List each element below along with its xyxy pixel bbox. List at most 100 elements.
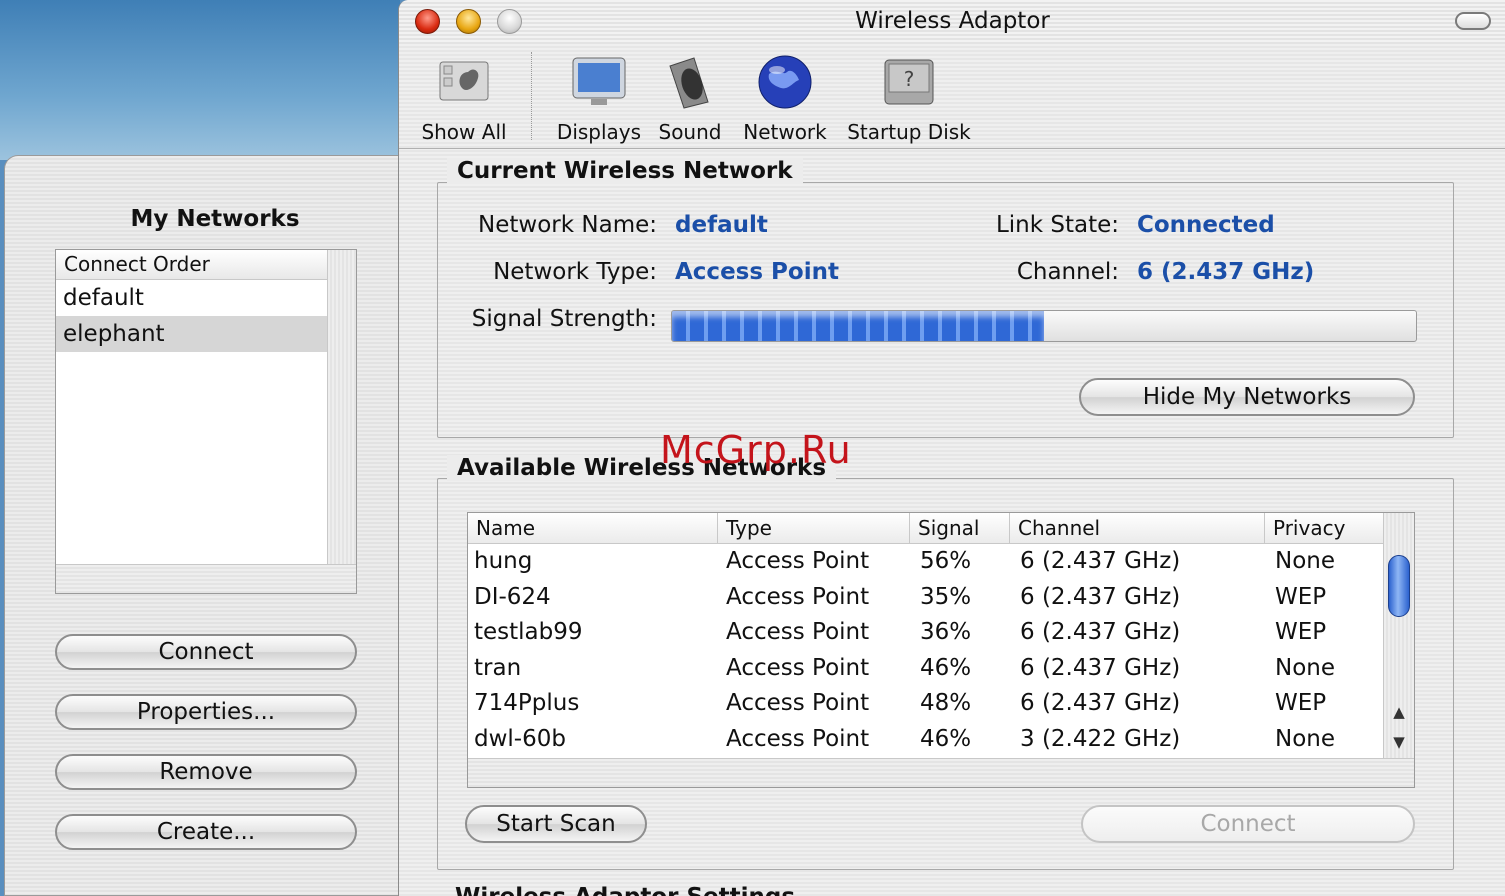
cell-type: Access Point (726, 725, 870, 752)
cell-signal: 46% (920, 654, 972, 681)
start-scan-button[interactable]: Start Scan (465, 805, 647, 843)
cell-name: hung (474, 548, 533, 574)
cell-channel: 6 (2.437 GHz) (1020, 654, 1181, 681)
network-name-label: Network Name: (478, 212, 657, 238)
cell-type: Access Point (726, 619, 870, 645)
table-row[interactable]: hung Access Point 56% 6 (2.437 GHz) None (468, 544, 1414, 580)
list-header-connect-order[interactable]: Connect Order (56, 250, 328, 280)
channel-label: Channel: (1016, 259, 1119, 285)
signal-strength-bar (671, 310, 1417, 342)
network-type-value: Access Point (675, 259, 839, 285)
cell-signal: 36% (920, 619, 972, 645)
table-vertical-scrollbar[interactable]: ▲ ▼ (1383, 513, 1414, 759)
cell-privacy: None (1275, 725, 1336, 752)
list-vertical-scrollbar[interactable] (327, 250, 356, 566)
cell-signal: 48% (920, 690, 972, 716)
cell-channel: 6 (2.437 GHz) (1020, 583, 1181, 610)
toolbar-sound[interactable]: Sound (655, 52, 725, 144)
network-type-label: Network Type: (493, 259, 657, 285)
current-network-title: Current Wireless Network (447, 158, 803, 184)
toolbar-label-displays: Displays (556, 120, 642, 144)
my-networks-drawer: My Networks Connect Order default elepha… (4, 155, 400, 896)
table-header: Name Type Signal Channel Privacy (468, 513, 1384, 544)
cell-name: 714Pplus (474, 690, 580, 716)
scroll-thumb[interactable] (1388, 555, 1410, 617)
displays-icon (569, 52, 629, 112)
remove-button[interactable]: Remove (55, 754, 357, 790)
my-networks-list[interactable]: Connect Order default elephant (55, 249, 357, 594)
toolbar-network[interactable]: Network (741, 52, 829, 144)
cell-name: testlab99 (474, 619, 583, 645)
column-header-type[interactable]: Type (718, 513, 910, 543)
toolbar-label-sound: Sound (658, 120, 722, 144)
table-row[interactable]: DI-624 Access Point 35% 6 (2.437 GHz) WEP (468, 580, 1414, 616)
scroll-down-arrow-icon[interactable]: ▼ (1384, 733, 1414, 751)
toolbar-label-show-all: Show All (421, 120, 507, 144)
cell-channel: 6 (2.437 GHz) (1020, 548, 1181, 574)
signal-strength-label: Signal Strength: (471, 306, 657, 332)
network-globe-icon (755, 52, 815, 112)
list-item-default[interactable]: default (56, 280, 328, 316)
table-row[interactable]: dwl-60b Access Point 46% 3 (2.422 GHz) None (468, 722, 1414, 758)
cell-channel: 6 (2.437 GHz) (1020, 619, 1181, 645)
cell-privacy: WEP (1275, 583, 1327, 610)
cell-signal: 35% (920, 583, 972, 610)
title-bar[interactable]: Wireless Adaptor (399, 0, 1505, 44)
scroll-up-arrow-icon[interactable]: ▲ (1384, 703, 1414, 721)
cell-type: Access Point (726, 583, 870, 610)
list-horizontal-scrollbar[interactable] (56, 564, 356, 593)
cell-name: DI-624 (474, 583, 551, 610)
cell-privacy: None (1275, 548, 1336, 574)
link-state-value: Connected (1137, 212, 1275, 238)
cell-type: Access Point (726, 548, 870, 574)
toolbar-separator (531, 52, 532, 140)
toolbar-label-network: Network (743, 120, 827, 144)
link-state-label: Link State: (995, 212, 1119, 238)
table-row[interactable]: tran Access Point 46% 6 (2.437 GHz) None (468, 651, 1414, 687)
cell-signal: 56% (920, 548, 972, 574)
cell-privacy: None (1275, 654, 1336, 681)
toolbar-displays[interactable]: Displays (551, 52, 647, 144)
table-body: hung Access Point 56% 6 (2.437 GHz) None DI-6… (468, 544, 1414, 757)
drawer-title: My Networks (130, 206, 300, 232)
column-header-name[interactable]: Name (468, 513, 718, 543)
toolbar-label-startup-disk: Startup Disk (847, 120, 971, 144)
cell-privacy: WEP (1275, 690, 1327, 716)
drawer-connect-button[interactable]: Connect (55, 634, 357, 670)
network-name-value: default (675, 212, 768, 238)
wireless-adaptor-window: Wireless Adaptor Show All Displays Sound… (398, 0, 1505, 896)
channel-value: 6 (2.437 GHz) (1137, 259, 1315, 285)
table-row[interactable]: 714Pplus Access Point 48% 6 (2.437 GHz) WEP (468, 686, 1414, 722)
hide-my-networks-button[interactable]: Hide My Networks (1079, 378, 1415, 416)
desktop-background (0, 0, 400, 160)
svg-text:?: ? (904, 67, 915, 91)
watermark: McGrp.Ru (660, 428, 852, 472)
toolbar: Show All Displays Sound Network ? Startu… (399, 44, 1505, 149)
properties-button[interactable]: Properties... (55, 694, 357, 730)
cell-privacy: WEP (1275, 619, 1327, 645)
toolbar-startup-disk[interactable]: ? Startup Disk (845, 52, 973, 144)
window-title: Wireless Adaptor (855, 8, 1050, 34)
cell-channel: 3 (2.422 GHz) (1020, 725, 1181, 752)
adaptor-settings-title: Wireless Adaptor Settings (455, 884, 795, 896)
signal-strength-fill (672, 311, 1044, 341)
cell-name: dwl-60b (474, 725, 566, 752)
create-button[interactable]: Create... (55, 814, 357, 850)
cell-type: Access Point (726, 654, 870, 681)
show-all-icon (434, 52, 494, 112)
cell-signal: 46% (920, 725, 972, 752)
cell-channel: 6 (2.437 GHz) (1020, 690, 1181, 716)
table-row[interactable]: testlab99 Access Point 36% 6 (2.437 GHz) WEP (468, 615, 1414, 651)
startup-disk-icon: ? (879, 52, 939, 112)
cell-type: Access Point (726, 690, 870, 716)
cell-name: tran (474, 654, 522, 681)
available-connect-button[interactable]: Connect (1081, 805, 1415, 843)
table-horizontal-scrollbar[interactable] (468, 758, 1414, 787)
column-header-channel[interactable]: Channel (1010, 513, 1265, 543)
toolbar-show-all[interactable]: Show All (419, 52, 509, 144)
toolbar-toggle-button[interactable] (1455, 12, 1491, 30)
list-item-elephant[interactable]: elephant (56, 316, 328, 352)
available-networks-table[interactable]: Name Type Signal Channel Privacy hung Acc… (467, 512, 1415, 788)
column-header-signal[interactable]: Signal (910, 513, 1010, 543)
column-header-privacy[interactable]: Privacy (1265, 513, 1386, 543)
